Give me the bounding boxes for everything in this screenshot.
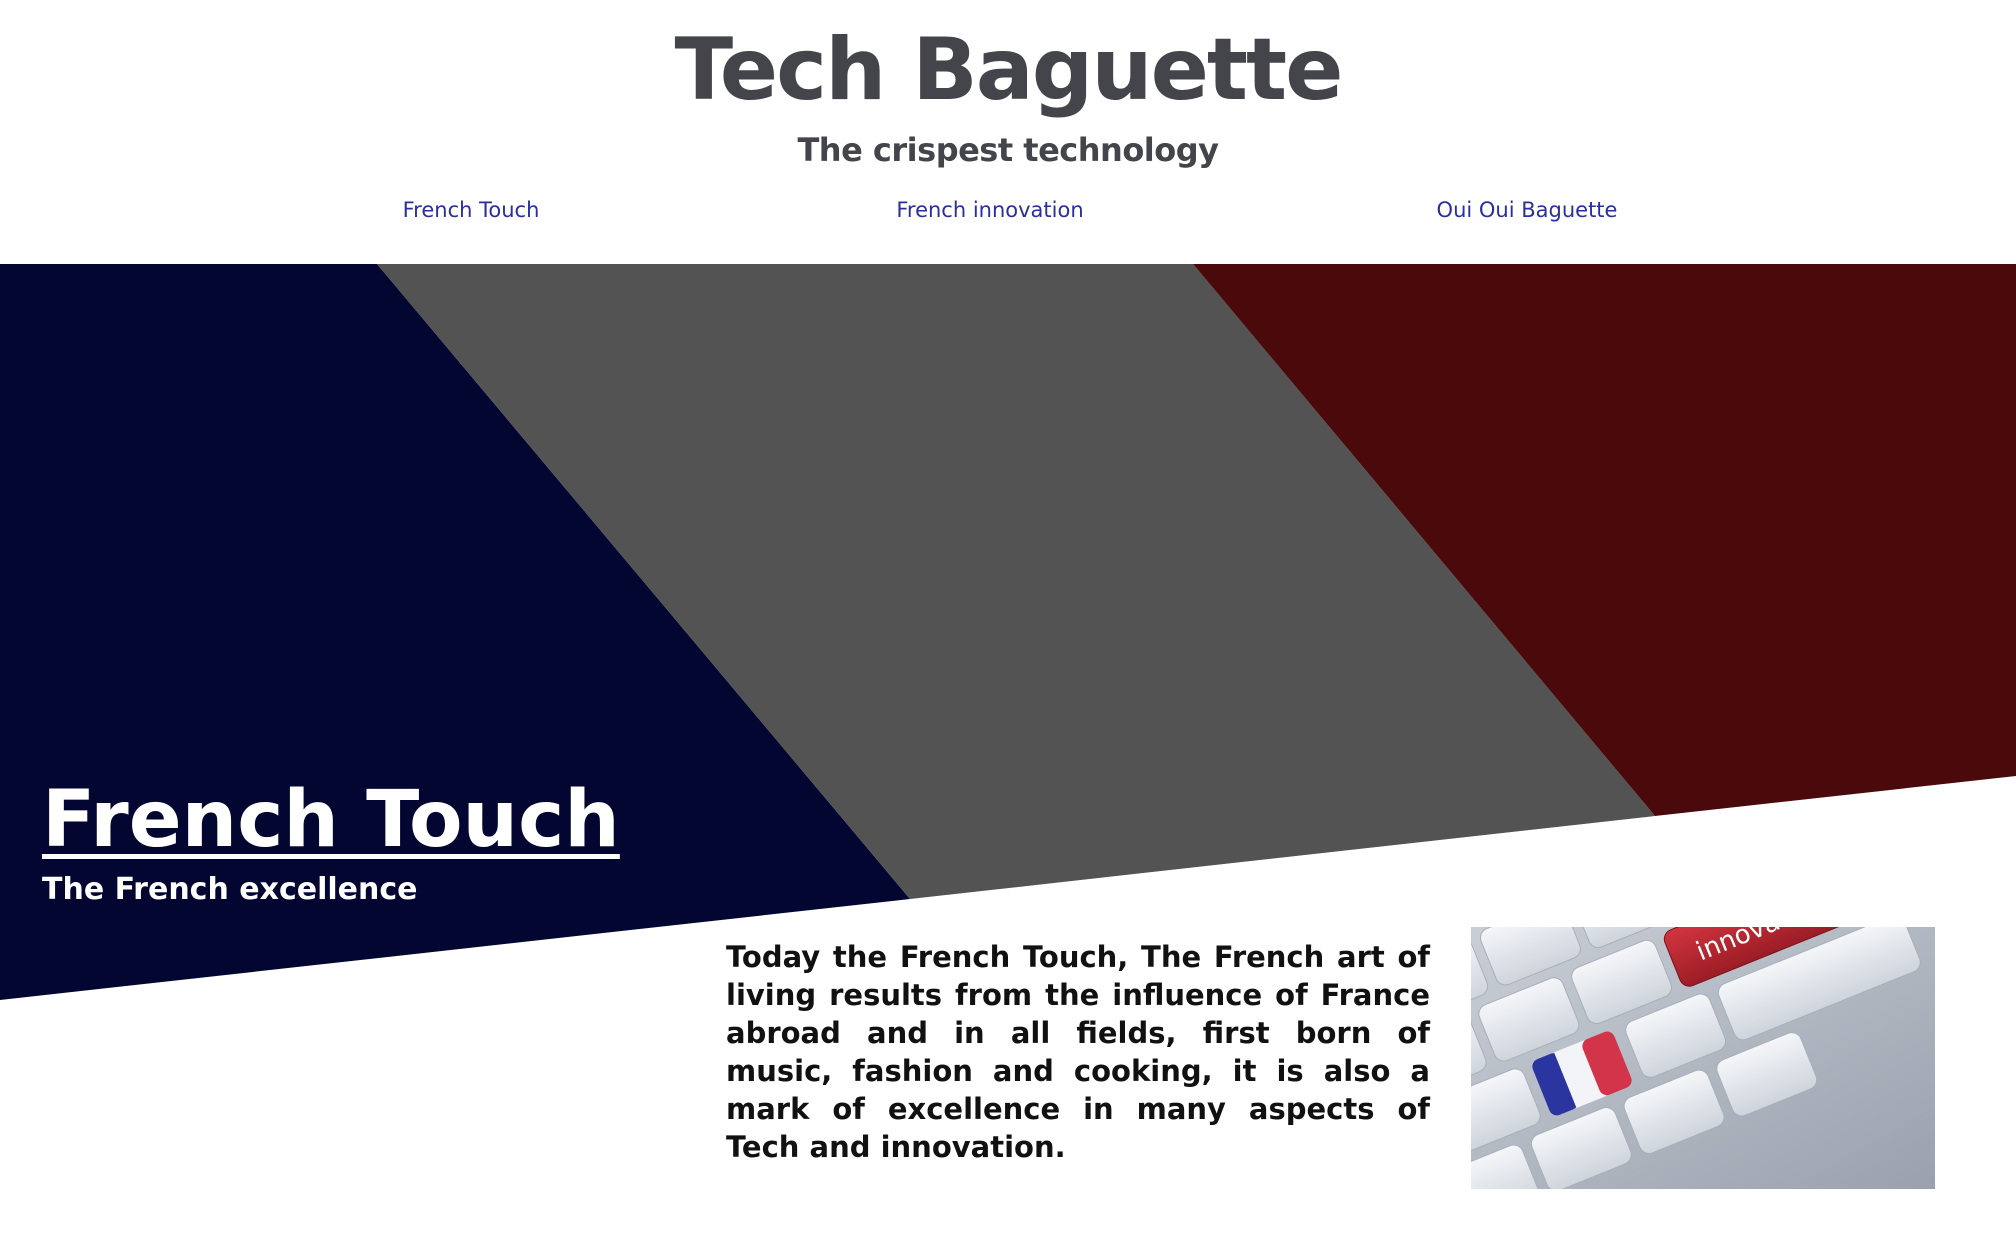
hero-section: French Touch The French excellence Today… bbox=[0, 264, 2016, 1260]
keyboard-flag-image: innovation bbox=[1471, 927, 1935, 1189]
site-header: Tech Baguette The crispest technology Fr… bbox=[0, 0, 2016, 264]
hero-heading[interactable]: French Touch bbox=[42, 770, 620, 870]
nav-link-french-innovation[interactable]: French innovation bbox=[896, 190, 1083, 230]
nav-link-french-touch[interactable]: French Touch bbox=[403, 190, 540, 230]
keyboard-flag-icon: innovation bbox=[1471, 927, 1935, 1189]
hero-subheading: The French excellence bbox=[42, 872, 418, 907]
nav-link-oui-oui-baguette[interactable]: Oui Oui Baguette bbox=[1437, 190, 1618, 230]
intro-paragraph: Today the French Touch, The French art o… bbox=[726, 940, 1430, 1164]
site-tagline: The crispest technology bbox=[797, 131, 1219, 169]
site-title: Tech Baguette bbox=[674, 20, 1344, 120]
main-nav: French Touch French innovation Oui Oui B… bbox=[0, 190, 2016, 230]
